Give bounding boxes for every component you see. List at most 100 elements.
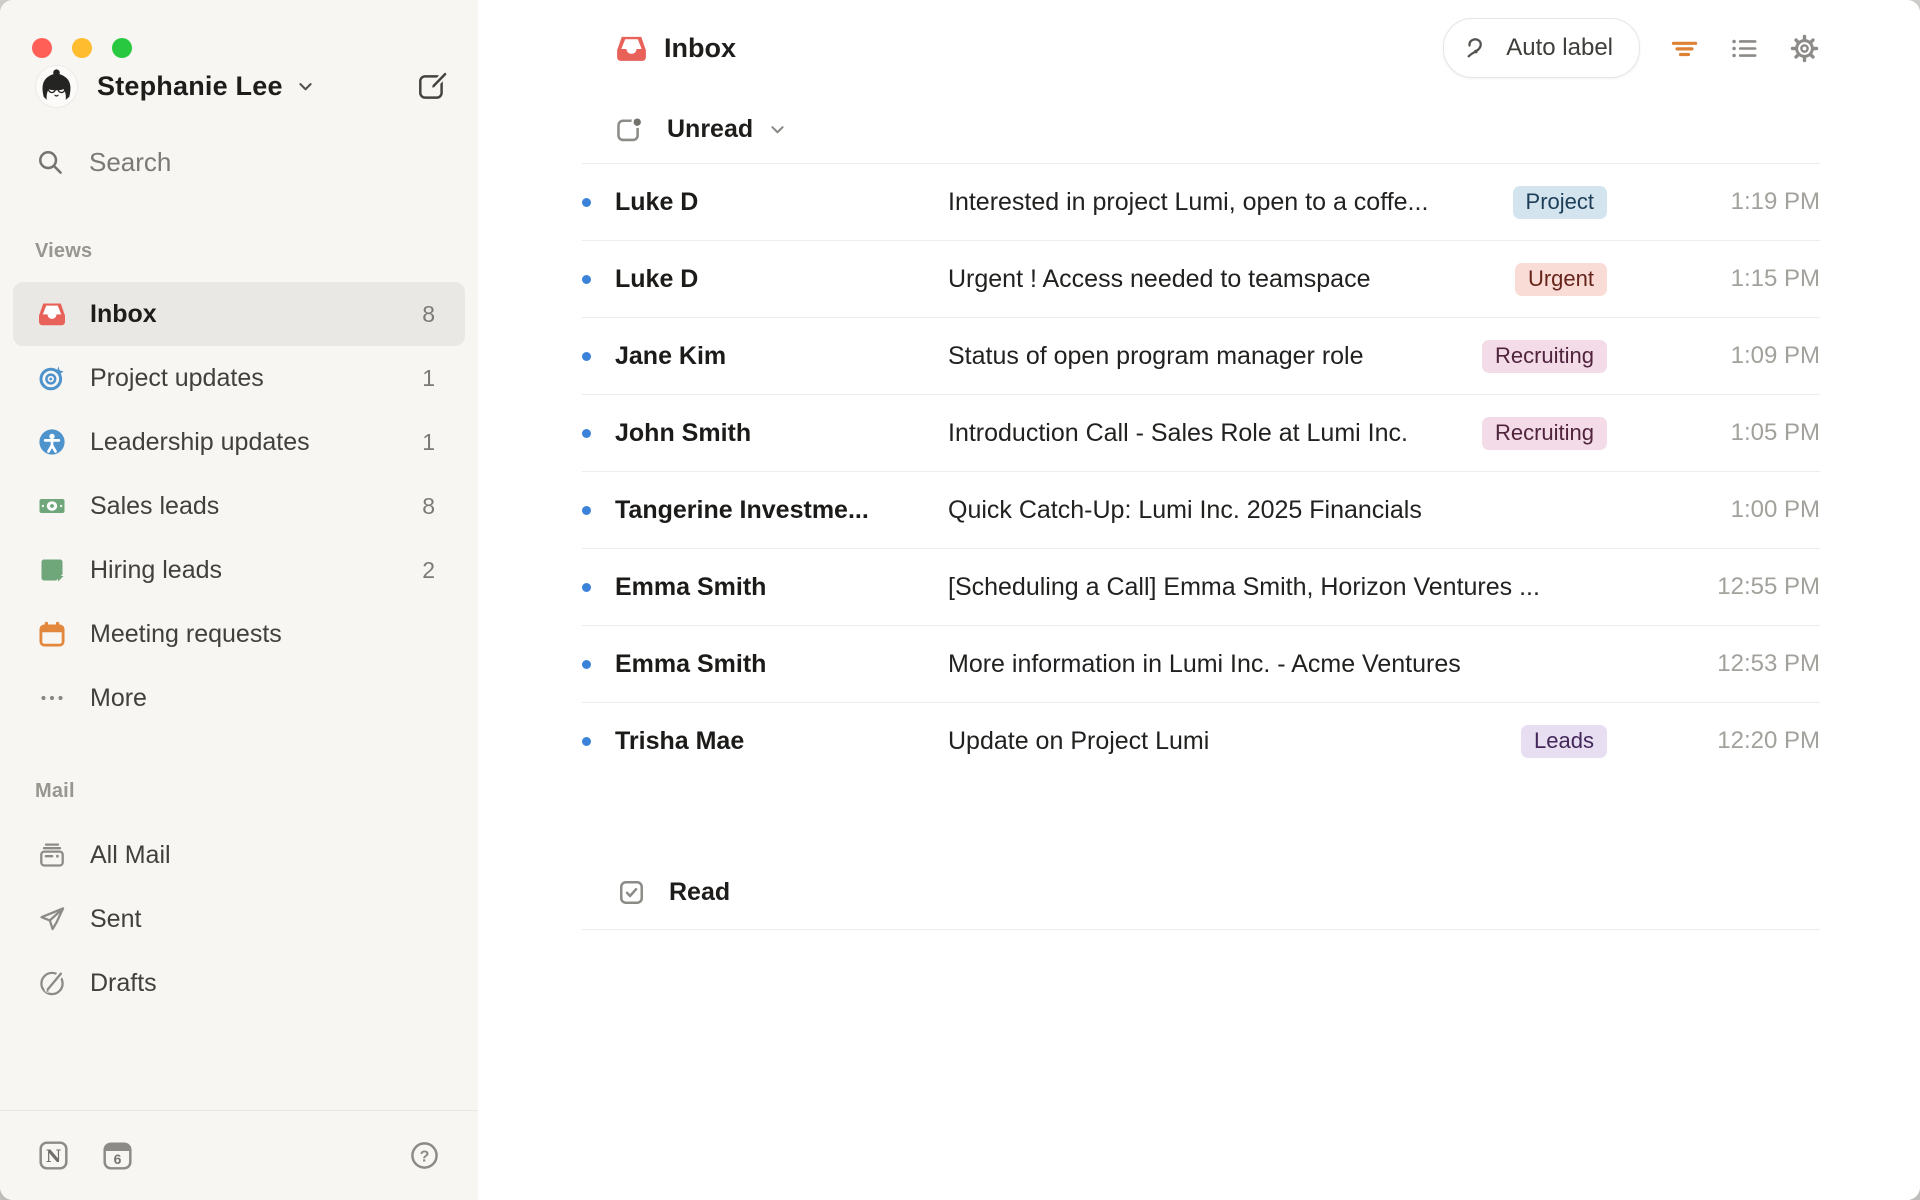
help-icon[interactable]: ?	[409, 1140, 440, 1171]
sidebar-item-all-mail[interactable]: All Mail	[13, 823, 465, 887]
email-row[interactable]: Tangerine Investme... Quick Catch-Up: Lum…	[582, 472, 1820, 549]
read-section-header[interactable]: Read	[582, 855, 1820, 930]
email-subject: Quick Catch-Up: Lumi Inc. 2025 Financial…	[948, 495, 1422, 524]
email-tag: Urgent	[1514, 262, 1607, 296]
views-list: Inbox 8 Project updates 1 Leadership updates…	[0, 282, 478, 730]
email-subject: Introduction Call - Sales Role at Lumi I…	[948, 418, 1408, 447]
email-row[interactable]: Luke D Urgent ! Access needed to teamspac…	[582, 241, 1820, 318]
sidebar-item-meeting-requests[interactable]: Meeting requests	[13, 602, 465, 666]
email-time: 1:05 PM	[1730, 419, 1820, 446]
email-row[interactable]: Emma Smith More information in Lumi Inc. …	[582, 626, 1820, 703]
dollar-icon	[38, 492, 66, 520]
user-name[interactable]: Stephanie Lee	[97, 71, 283, 102]
search-label: Search	[89, 146, 172, 177]
header-actions: Auto label	[1443, 18, 1820, 78]
email-time: 12:55 PM	[1717, 573, 1820, 600]
email-time: 12:20 PM	[1717, 727, 1820, 754]
calendar-6-icon[interactable]: 6	[102, 1140, 133, 1171]
email-tag: Leads	[1521, 724, 1607, 758]
auto-label-text: Auto label	[1506, 34, 1613, 61]
main-panel: Inbox Auto label Unread Luke D Intereste…	[478, 0, 1920, 1200]
sidebar-item-inbox[interactable]: Inbox 8	[13, 282, 465, 346]
compose-icon[interactable]	[417, 70, 448, 102]
sidebar-item-label: Sales leads	[90, 491, 220, 520]
unread-dot	[582, 736, 591, 746]
sidebar-item-project-updates[interactable]: Project updates 1	[13, 346, 465, 410]
sidebar-item-count: 8	[422, 492, 435, 519]
email-time: 1:19 PM	[1730, 188, 1820, 215]
more-icon	[38, 684, 66, 712]
sidebar-footer: N 6 ?	[0, 1110, 478, 1200]
page-title: Inbox	[582, 33, 736, 64]
list-icon[interactable]	[1729, 33, 1760, 64]
sidebar-item-count: 2	[422, 556, 435, 583]
svg-text:?: ?	[420, 1148, 430, 1165]
chevron-down-icon[interactable]	[297, 78, 314, 95]
email-subject: Status of open program manager role	[948, 341, 1364, 370]
unread-checkbox-icon	[615, 115, 644, 144]
email-sender: Emma Smith	[615, 572, 767, 601]
avatar[interactable]	[36, 65, 77, 107]
email-list: Luke D Interested in project Lumi, open t…	[582, 164, 1820, 779]
sidebar-item-drafts[interactable]: Drafts	[13, 951, 465, 1015]
email-sender: Jane Kim	[615, 341, 727, 370]
sidebar-item-leadership-updates[interactable]: Leadership updates 1	[13, 410, 465, 474]
email-row[interactable]: Emma Smith [Scheduling a Call] Emma Smith…	[582, 549, 1820, 626]
inbox-icon	[38, 300, 66, 328]
unread-section-header[interactable]: Unread	[582, 96, 1820, 164]
svg-text:N: N	[46, 1147, 62, 1167]
views-section-label: Views	[35, 240, 93, 262]
inbox-icon	[616, 33, 647, 64]
read-checkbox-icon	[617, 878, 646, 907]
sidebar-item-label: Sent	[90, 904, 142, 933]
filter-icon[interactable]	[1669, 33, 1700, 64]
sidebar-item-count: 1	[422, 364, 435, 391]
minimize-window-button[interactable]	[72, 38, 92, 58]
unread-dot	[582, 351, 591, 361]
sidebar-item-more[interactable]: More	[13, 666, 465, 730]
sidebar-item-label: Project updates	[90, 363, 264, 392]
drafts-icon	[38, 969, 66, 997]
sidebar-item-label: More	[90, 683, 147, 712]
email-tag: Recruiting	[1481, 416, 1607, 450]
email-time: 12:53 PM	[1717, 650, 1820, 677]
sidebar-item-label: All Mail	[90, 840, 171, 869]
read-label: Read	[669, 877, 731, 906]
unread-dot	[582, 274, 591, 284]
email-sender: John Smith	[615, 418, 752, 447]
search[interactable]: Search	[36, 134, 450, 190]
settings-icon[interactable]	[1789, 33, 1820, 64]
sidebar-item-count: 1	[422, 428, 435, 455]
sidebar: Stephanie Lee Search Views Inbox 8 Project…	[0, 0, 478, 1200]
sidebar-item-label: Drafts	[90, 968, 157, 997]
email-row[interactable]: Trisha Mae Update on Project Lumi Leads 12:…	[582, 703, 1820, 779]
page-title-text: Inbox	[664, 32, 736, 63]
wand-icon	[1465, 34, 1493, 62]
sidebar-item-sales-leads[interactable]: Sales leads 8	[13, 474, 465, 538]
sidebar-item-sent[interactable]: Sent	[13, 887, 465, 951]
email-tag: Project	[1512, 185, 1607, 219]
zoom-window-button[interactable]	[112, 38, 132, 58]
unread-label: Unread	[667, 115, 754, 143]
note-icon	[38, 556, 66, 584]
email-row[interactable]: Jane Kim Status of open program manager r…	[582, 318, 1820, 395]
sidebar-item-hiring-leads[interactable]: Hiring leads 2	[13, 538, 465, 602]
email-subject: Interested in project Lumi, open to a co…	[948, 187, 1429, 216]
email-sender: Tangerine Investme...	[615, 495, 869, 524]
email-subject: Update on Project Lumi	[948, 726, 1210, 755]
email-row[interactable]: John Smith Introduction Call - Sales Role…	[582, 395, 1820, 472]
email-sender: Luke D	[615, 187, 699, 216]
email-subject: [Scheduling a Call] Emma Smith, Horizon …	[948, 572, 1540, 601]
email-tag: Recruiting	[1481, 339, 1607, 373]
sidebar-item-count: 8	[422, 300, 435, 327]
notion-icon[interactable]: N	[38, 1140, 69, 1171]
sent-icon	[38, 905, 66, 933]
email-sender: Emma Smith	[615, 649, 767, 678]
chevron-down-icon	[769, 121, 786, 138]
svg-text:6: 6	[114, 1151, 122, 1167]
auto-label-button[interactable]: Auto label	[1443, 18, 1640, 78]
email-row[interactable]: Luke D Interested in project Lumi, open t…	[582, 164, 1820, 241]
close-window-button[interactable]	[32, 38, 52, 58]
person-icon	[38, 428, 66, 456]
unread-dot	[582, 582, 591, 592]
